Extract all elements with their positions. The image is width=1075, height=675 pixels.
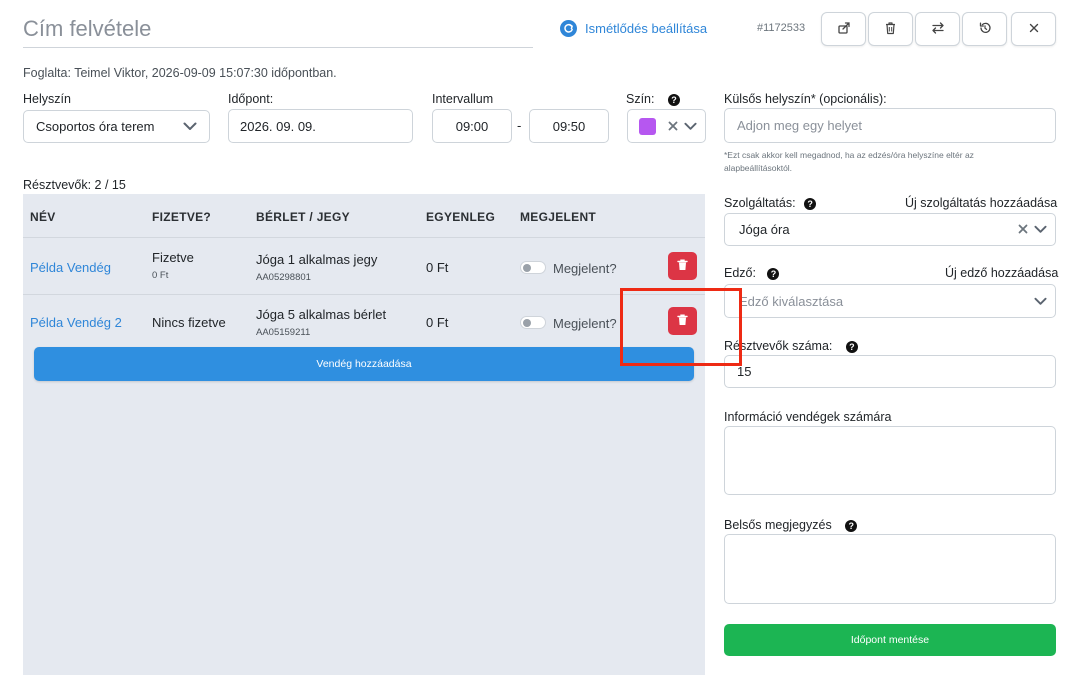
color-select[interactable] (627, 109, 706, 143)
help-icon[interactable]: ? (804, 197, 817, 210)
event-id: #1172533 (757, 22, 806, 34)
history-button[interactable] (962, 12, 1007, 46)
guest-info-textarea[interactable] (724, 426, 1056, 495)
trash-icon (677, 259, 688, 274)
participants-count-input[interactable]: 15 (724, 355, 1056, 388)
share-button[interactable] (821, 12, 866, 46)
help-icon[interactable]: ? (845, 519, 858, 532)
close-icon (1028, 22, 1040, 37)
column-header-paid: FIZETVE? (152, 210, 212, 224)
location-value: Csoportos óra terem (36, 119, 155, 134)
paid-status: Nincs fizetve (152, 315, 226, 330)
clear-icon[interactable] (1018, 222, 1028, 237)
pass-info: Jóga 1 alkalmas jegy AA05298801 (256, 252, 378, 283)
date-value: 2026. 09. 09. (240, 118, 316, 134)
date-input[interactable]: 2026. 09. 09. (228, 109, 413, 143)
add-trainer-link[interactable]: Új edző hozzáadása (945, 266, 1058, 280)
title-input[interactable]: Cím felvétele (23, 10, 533, 48)
balance-value: 0 Ft (426, 260, 449, 275)
trainer-placeholder: Edző kiválasztása (739, 293, 844, 309)
location-label: Helyszín (23, 92, 71, 106)
guest-name-link[interactable]: Példa Vendég (30, 260, 111, 275)
interval-start-input[interactable]: 09:00 (432, 109, 512, 143)
help-icon[interactable]: ? (767, 267, 780, 280)
internal-note-textarea[interactable] (724, 534, 1056, 604)
row-divider (23, 294, 705, 295)
interval-separator: - (517, 118, 522, 133)
service-value: Jóga óra (739, 222, 790, 237)
highlight-box (620, 288, 742, 366)
color-swatch (639, 117, 656, 135)
external-location-label: Külsős helyszín* (opcionális): (724, 92, 887, 106)
service-label: Szolgáltatás: ? (724, 196, 817, 210)
recurrence-label: Ismétlődés beállítása (585, 21, 708, 36)
add-guest-button[interactable]: Vendég hozzáadása (34, 347, 694, 381)
column-header-attended: MEGJELENT (520, 210, 597, 224)
delete-participant-button[interactable] (668, 252, 697, 280)
chevron-down-icon (1034, 222, 1047, 237)
interval-label: Intervallum (432, 92, 494, 106)
add-service-link[interactable]: Új szolgáltatás hozzáadása (905, 196, 1057, 210)
title-placeholder: Cím felvétele (23, 15, 152, 41)
color-label: Szín: ? (626, 92, 680, 106)
refresh-icon (560, 20, 577, 37)
external-location-hint: *Ezt csak akkor kell megadnod, ha az edz… (724, 150, 974, 173)
pass-info: Jóga 5 alkalmas bérlet AA05159211 (256, 307, 387, 338)
attended-toggle[interactable] (520, 261, 546, 274)
trainer-select[interactable]: Edző kiválasztása (724, 284, 1056, 318)
location-select[interactable]: Csoportos óra terem (23, 110, 210, 143)
internal-note-label: Belsős megjegyzés ? (724, 518, 858, 532)
swap-icon (931, 21, 945, 38)
chevron-down-icon (1034, 294, 1047, 309)
service-select[interactable]: Jóga óra (724, 213, 1056, 246)
date-label: Időpont: (228, 92, 274, 106)
trash-icon (884, 21, 897, 38)
help-icon[interactable]: ? (845, 340, 858, 353)
save-appointment-button[interactable]: Időpont mentése (724, 624, 1056, 656)
column-header-balance: EGYENLEG (426, 210, 496, 224)
swap-button[interactable] (915, 12, 960, 46)
participants-count-label: Résztvevők száma: ? (724, 339, 858, 353)
help-icon[interactable]: ? (667, 93, 680, 106)
interval-end-value: 09:50 (552, 118, 586, 134)
close-button[interactable] (1011, 12, 1056, 46)
row-divider (23, 237, 705, 238)
participants-count-value: 15 (737, 364, 752, 379)
column-header-pass: BÉRLET / JEGY (256, 210, 350, 224)
clear-icon[interactable] (668, 119, 678, 134)
participants-table: NÉV FIZETVE? BÉRLET / JEGY EGYENLEG MEGJ… (23, 194, 705, 675)
delete-event-button[interactable] (868, 12, 913, 46)
history-icon (978, 21, 992, 38)
guest-name-link[interactable]: Példa Vendég 2 (30, 315, 122, 330)
balance-value: 0 Ft (426, 315, 449, 330)
share-icon (837, 21, 851, 38)
attended-label: Megjelent? (553, 261, 617, 276)
interval-start-value: 09:00 (455, 118, 489, 134)
external-location-input[interactable]: Adjon meg egy helyet (724, 108, 1056, 143)
interval-end-input[interactable]: 09:50 (529, 109, 609, 143)
booked-by-text: Foglalta: Teimel Viktor, 2026-09-09 15:0… (23, 66, 337, 80)
external-location-placeholder: Adjon meg egy helyet (737, 118, 863, 133)
attended-label: Megjelent? (553, 316, 617, 331)
paid-status: Fizetve 0 Ft (152, 250, 194, 281)
chevron-down-icon (183, 119, 197, 134)
participants-count-text: Résztvevők: 2 / 15 (23, 178, 126, 192)
trainer-label: Edző: ? (724, 266, 780, 280)
attended-toggle[interactable] (520, 316, 546, 329)
recurrence-settings-link[interactable]: Ismétlődés beállítása (560, 20, 707, 37)
column-header-name: NÉV (30, 210, 56, 224)
chevron-down-icon (684, 119, 697, 134)
guest-info-label: Információ vendégek számára (724, 410, 892, 424)
